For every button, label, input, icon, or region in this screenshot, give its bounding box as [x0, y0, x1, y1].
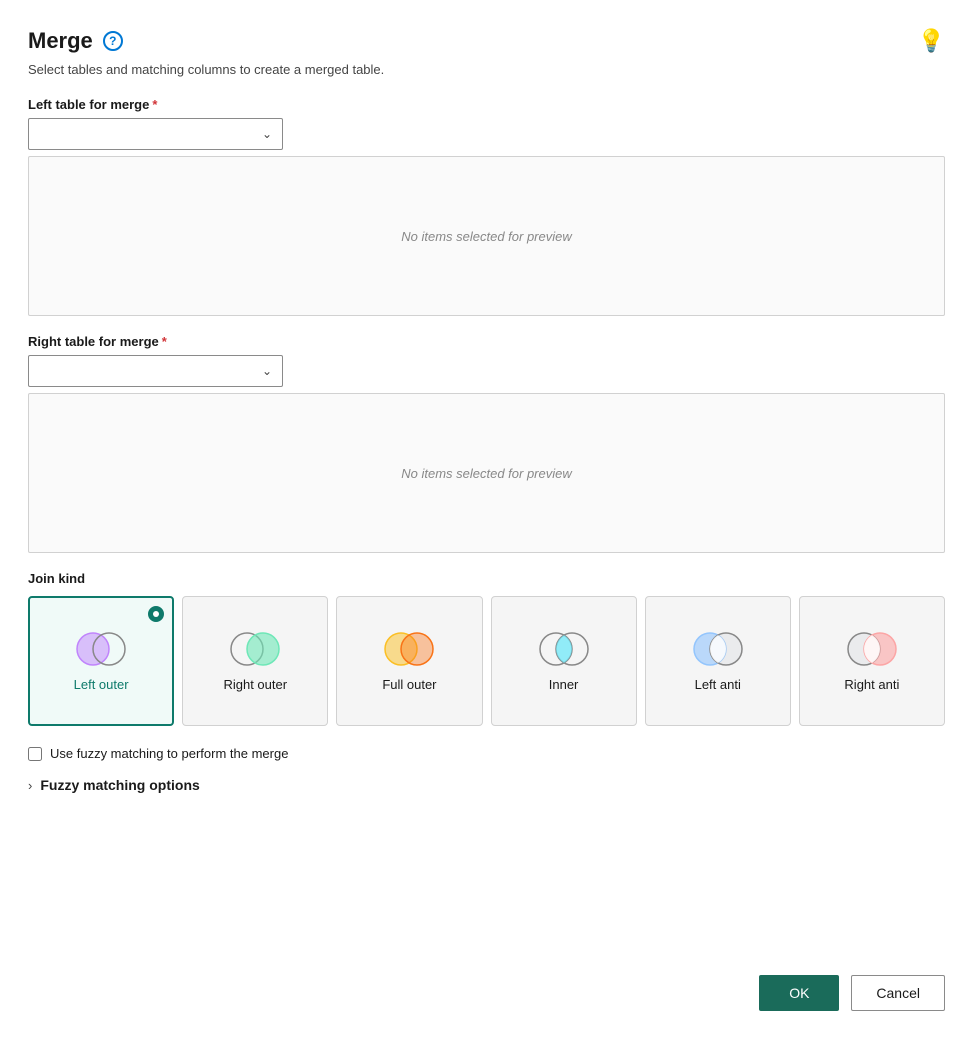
- selected-indicator: [148, 606, 164, 622]
- left-anti-label: Left anti: [695, 677, 741, 694]
- ok-button[interactable]: OK: [759, 975, 839, 1011]
- join-kind-label: Join kind: [28, 571, 945, 586]
- left-table-label: Left table for merge*: [28, 97, 945, 112]
- join-card-full-outer[interactable]: Full outer: [336, 596, 482, 726]
- full-outer-label: Full outer: [382, 677, 436, 694]
- left-table-chevron-icon: ⌄: [262, 127, 272, 141]
- right-table-chevron-icon: ⌄: [262, 364, 272, 378]
- join-card-left-outer[interactable]: Left outer: [28, 596, 174, 726]
- left-table-dropdown[interactable]: ⌄: [28, 118, 283, 150]
- right-outer-venn-icon: [225, 629, 285, 669]
- left-table-preview: No items selected for preview: [28, 156, 945, 316]
- left-table-preview-text: No items selected for preview: [401, 229, 572, 244]
- fuzzy-checkbox[interactable]: [28, 747, 42, 761]
- fuzzy-options-row[interactable]: › Fuzzy matching options: [28, 777, 945, 793]
- required-star-left: *: [152, 97, 157, 112]
- left-anti-venn-icon: [688, 629, 748, 669]
- full-outer-venn-icon: [379, 629, 439, 669]
- cancel-button[interactable]: Cancel: [851, 975, 945, 1011]
- lightbulb-icon[interactable]: 💡: [918, 28, 945, 54]
- join-options: Left outer Right outer Full outer: [28, 596, 945, 726]
- dialog-subtitle: Select tables and matching columns to cr…: [28, 62, 945, 77]
- right-table-preview-text: No items selected for preview: [401, 466, 572, 481]
- join-card-inner[interactable]: Inner: [491, 596, 637, 726]
- inner-venn-icon: [534, 629, 594, 669]
- right-anti-label: Right anti: [844, 677, 899, 694]
- join-card-right-anti[interactable]: Right anti: [799, 596, 945, 726]
- fuzzy-checkbox-label: Use fuzzy matching to perform the merge: [50, 746, 288, 761]
- right-table-dropdown[interactable]: ⌄: [28, 355, 283, 387]
- required-star-right: *: [162, 334, 167, 349]
- right-anti-venn-icon: [842, 629, 902, 669]
- help-icon[interactable]: ?: [103, 31, 123, 51]
- inner-label: Inner: [549, 677, 579, 694]
- join-card-right-outer[interactable]: Right outer: [182, 596, 328, 726]
- right-outer-label: Right outer: [223, 677, 287, 694]
- dialog-footer: OK Cancel: [28, 935, 945, 1011]
- title-group: Merge ?: [28, 28, 123, 54]
- left-outer-venn-icon: [71, 629, 131, 669]
- merge-dialog: Merge ? 💡 Select tables and matching col…: [0, 0, 973, 1039]
- left-outer-label: Left outer: [74, 677, 129, 694]
- dialog-header: Merge ? 💡: [28, 28, 945, 54]
- join-card-left-anti[interactable]: Left anti: [645, 596, 791, 726]
- fuzzy-checkbox-row[interactable]: Use fuzzy matching to perform the merge: [28, 746, 945, 761]
- dialog-title: Merge: [28, 28, 93, 54]
- right-table-preview: No items selected for preview: [28, 393, 945, 553]
- fuzzy-options-label: Fuzzy matching options: [40, 777, 199, 793]
- right-table-label: Right table for merge*: [28, 334, 945, 349]
- chevron-right-icon: ›: [28, 778, 32, 793]
